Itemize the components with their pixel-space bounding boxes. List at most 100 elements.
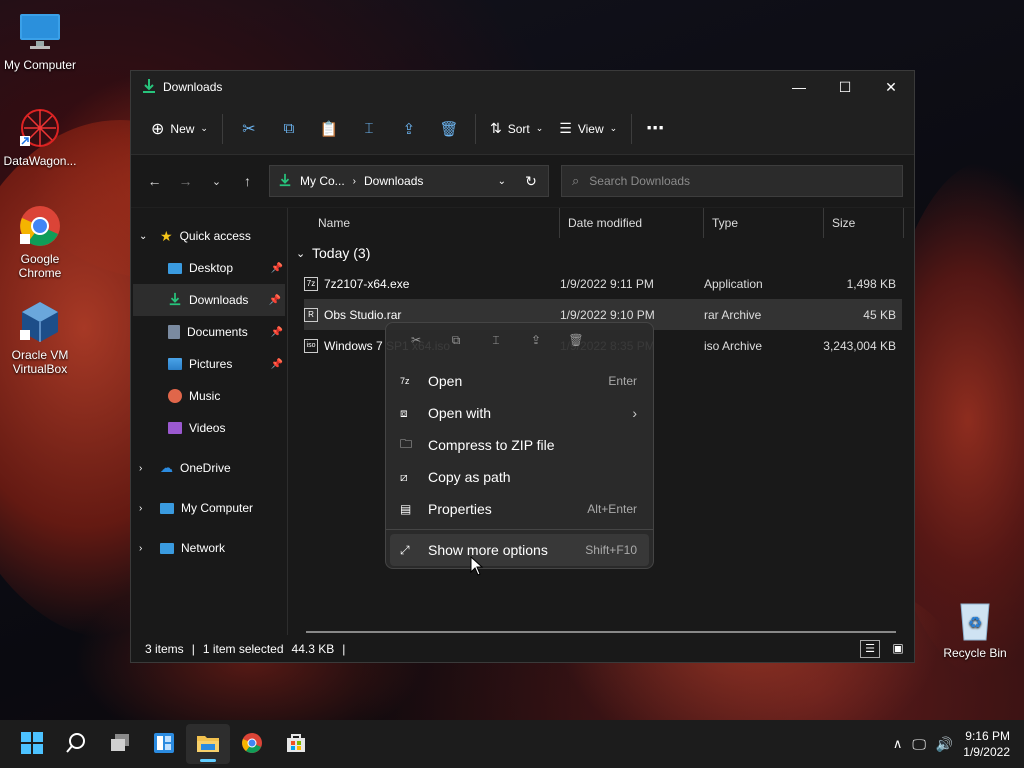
context-cut-button[interactable]: ✂ bbox=[396, 325, 436, 355]
7zip-file-icon: 7z bbox=[304, 276, 318, 291]
search-box[interactable]: ⌕ Search Downloads bbox=[561, 165, 903, 197]
desktop-icon-recycle-bin[interactable]: ♻ Recycle Bin bbox=[935, 598, 1015, 660]
chevron-up-icon[interactable]: ∧ bbox=[893, 736, 903, 752]
context-open-with[interactable]: ⧈ Open with › bbox=[386, 397, 653, 429]
store-taskbar-button[interactable] bbox=[274, 724, 318, 764]
breadcrumb-downloads[interactable]: Downloads bbox=[364, 174, 423, 188]
close-button[interactable]: ✕ bbox=[868, 71, 914, 103]
chevron-down-icon: ⌄ bbox=[296, 247, 306, 260]
start-button[interactable] bbox=[10, 724, 54, 764]
chevron-right-icon: › bbox=[139, 462, 143, 474]
tiles-view-icon[interactable]: ▣ bbox=[888, 640, 908, 658]
trash-icon: 🗑 bbox=[568, 333, 584, 347]
minimize-button[interactable]: ― bbox=[776, 71, 822, 103]
nav-downloads[interactable]: Downloads 📌 bbox=[133, 284, 285, 316]
datawagon-icon bbox=[18, 106, 62, 150]
new-button[interactable]: ⊕ New ⌄ bbox=[143, 113, 216, 145]
desktop-icon-datawagon[interactable]: DataWagon... bbox=[0, 106, 80, 168]
context-rename-button[interactable]: ⌶ bbox=[476, 325, 516, 355]
nav-onedrive[interactable]: › ☁ OneDrive bbox=[131, 452, 287, 484]
paste-button[interactable]: 📋 bbox=[309, 113, 349, 145]
sort-button[interactable]: ⇅ Sort ⌄ bbox=[482, 113, 551, 145]
rename-button[interactable]: ⌶ bbox=[349, 113, 389, 145]
pin-icon: 📌 bbox=[268, 294, 281, 306]
share-button[interactable]: ⇪ bbox=[389, 113, 429, 145]
windows-logo-icon bbox=[21, 731, 43, 757]
network-icon[interactable]: 🖵 bbox=[912, 736, 926, 753]
maximize-button[interactable]: ☐ bbox=[822, 71, 868, 103]
nav-my-computer[interactable]: › My Computer bbox=[131, 492, 287, 524]
copy-button[interactable]: ⧉ bbox=[269, 113, 309, 145]
svg-text:♻: ♻ bbox=[968, 615, 982, 632]
recent-locations-button[interactable]: ⌄ bbox=[201, 166, 232, 196]
delete-button[interactable]: 🗑 bbox=[429, 113, 469, 145]
desktop-icon-chrome[interactable]: Google Chrome bbox=[0, 204, 80, 280]
nav-videos[interactable]: Videos bbox=[131, 412, 287, 444]
nav-desktop[interactable]: Desktop 📌 bbox=[131, 252, 287, 284]
search-button[interactable] bbox=[54, 724, 98, 764]
column-header-size[interactable]: Size bbox=[824, 208, 904, 238]
ellipsis-icon: ⋯ bbox=[646, 118, 665, 138]
widgets-button[interactable] bbox=[142, 724, 186, 764]
nav-pictures[interactable]: Pictures 📌 bbox=[131, 348, 287, 380]
store-icon bbox=[285, 732, 307, 757]
desktop-icon-virtualbox[interactable]: Oracle VM VirtualBox bbox=[0, 300, 80, 376]
address-bar[interactable]: My Co... › Downloads ⌄ ↻ bbox=[269, 165, 549, 197]
status-divider: | bbox=[191, 641, 195, 656]
context-show-more-options[interactable]: ⤢ Show more options Shift+F10 bbox=[390, 534, 649, 566]
network-icon bbox=[160, 542, 174, 554]
more-options-button[interactable]: ⋯ bbox=[638, 113, 672, 145]
column-header-name[interactable]: Name bbox=[288, 208, 560, 238]
speaker-icon[interactable]: 🔊 bbox=[936, 736, 953, 753]
search-icon bbox=[65, 732, 87, 757]
context-delete-button[interactable]: 🗑 bbox=[556, 325, 596, 355]
clock[interactable]: 9:16 PM 1/9/2022 bbox=[963, 728, 1010, 760]
scissors-icon: ✂ bbox=[242, 120, 256, 138]
zip-folder-icon: 🗀 bbox=[400, 436, 413, 451]
context-share-button[interactable]: ⇪ bbox=[516, 325, 556, 355]
widgets-icon bbox=[153, 732, 175, 757]
context-properties[interactable]: ▤ Properties Alt+Enter bbox=[386, 493, 653, 525]
monitor-icon bbox=[160, 502, 174, 514]
view-button[interactable]: ☰ View ⌄ bbox=[551, 113, 625, 145]
context-compress-zip[interactable]: 🗀 Compress to ZIP file bbox=[386, 429, 653, 461]
breadcrumb-my-computer[interactable]: My Co... bbox=[300, 174, 345, 188]
trash-icon: 🗑 bbox=[439, 120, 459, 138]
nav-music[interactable]: Music bbox=[131, 380, 287, 412]
task-view-button[interactable] bbox=[98, 724, 142, 764]
nav-documents[interactable]: Documents 📌 bbox=[131, 316, 287, 348]
clock-date: 1/9/2022 bbox=[963, 745, 1010, 759]
context-copy-as-path[interactable]: ⧄ Copy as path bbox=[386, 461, 653, 493]
star-icon: ★ bbox=[160, 227, 173, 244]
context-open[interactable]: 7z Open Enter bbox=[386, 365, 653, 397]
column-header-date[interactable]: Date modified bbox=[560, 208, 704, 238]
desktop-icon-my-computer[interactable]: My Computer bbox=[0, 10, 80, 72]
address-row: ← → ⌄ ↑ My Co... › Downloads ⌄ ↻ ⌕ Searc… bbox=[131, 155, 914, 207]
nav-quick-access[interactable]: ⌄ ★ Quick access bbox=[131, 220, 287, 252]
column-header-type[interactable]: Type bbox=[704, 208, 824, 238]
7zip-app-icon: 7z bbox=[400, 376, 410, 386]
download-icon bbox=[141, 78, 157, 97]
back-button[interactable]: ← bbox=[139, 166, 170, 196]
virtualbox-icon bbox=[18, 300, 62, 344]
context-copy-button[interactable]: ⧉ bbox=[436, 325, 476, 355]
file-explorer-taskbar-button[interactable] bbox=[186, 724, 230, 764]
horizontal-scrollbar[interactable] bbox=[306, 631, 896, 633]
download-icon bbox=[278, 173, 292, 190]
context-menu: ✂ ⧉ ⌶ ⇪ 🗑 7z Open Enter ⧈ Open with › 🗀 … bbox=[385, 322, 654, 569]
task-view-icon bbox=[109, 733, 131, 756]
up-button[interactable]: ↑ bbox=[232, 166, 263, 196]
refresh-icon[interactable]: ↻ bbox=[514, 173, 548, 190]
iso-file-icon: iso bbox=[304, 338, 318, 353]
title-bar[interactable]: Downloads ― ☐ ✕ bbox=[131, 71, 914, 103]
cut-button[interactable]: ✂ bbox=[229, 113, 269, 145]
details-view-icon[interactable]: ☰ bbox=[860, 639, 880, 658]
command-bar: ⊕ New ⌄ ✂ ⧉ 📋 ⌶ ⇪ 🗑 ⇅ Sort ⌄ ☰ View ⌄ ⋯ bbox=[131, 103, 914, 155]
group-header-today[interactable]: ⌄ Today (3) bbox=[288, 238, 914, 268]
forward-button[interactable]: → bbox=[170, 166, 201, 196]
address-dropdown-icon[interactable]: ⌄ bbox=[498, 176, 506, 187]
chevron-down-icon: ⌄ bbox=[535, 123, 544, 133]
chrome-taskbar-button[interactable] bbox=[230, 724, 274, 764]
file-row[interactable]: 7z 7z2107-x64.exe 1/9/2022 9:11 PM Appli… bbox=[304, 268, 902, 299]
nav-network[interactable]: › Network bbox=[131, 532, 287, 564]
